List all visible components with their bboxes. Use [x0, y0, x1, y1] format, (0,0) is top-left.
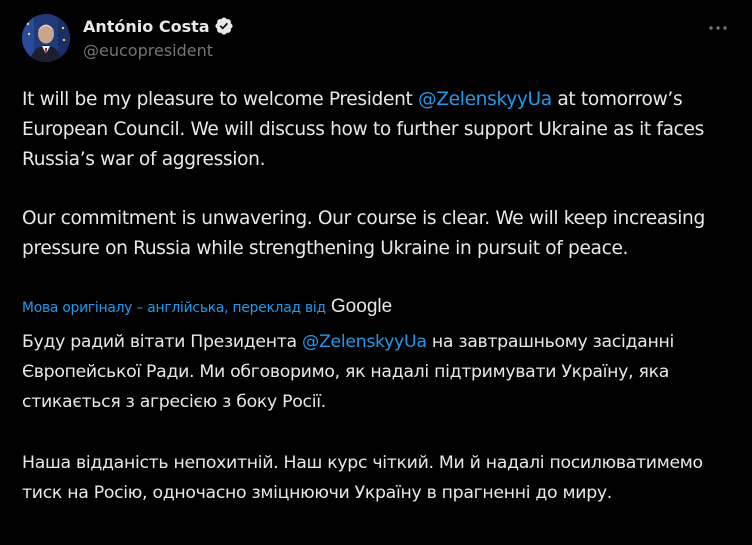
tweet-paragraph: Our commitment is unwavering. Our course… [22, 208, 705, 259]
mention-link[interactable]: @ZelenskyyUa [418, 89, 552, 110]
more-options-icon[interactable] [706, 16, 730, 40]
author-display-name[interactable]: António Costa [83, 17, 210, 36]
tweet-paragraph: It will be my pleasure to welcome Presid… [22, 85, 747, 174]
mention-link[interactable]: @ZelenskyyUa [302, 332, 427, 352]
tweet: António Costa @eucopresident It will be … [0, 0, 752, 545]
translation-attribution[interactable]: Мова оригіналу – англійська, переклад ві… [22, 296, 393, 319]
tweet-text-segment: It will be my pleasure to welcome Presid… [22, 89, 419, 110]
tweet-text-translated: Буду радий вітати Президента @ZelenskyyU… [22, 327, 747, 508]
author-name-row: António Costa [83, 15, 234, 37]
translated-paragraph: Наша відданість непохитній. Наш курс чіт… [22, 453, 703, 503]
translation-label[interactable]: Мова оригіналу – англійська, переклад ві… [22, 300, 326, 316]
avatar[interactable] [22, 14, 70, 62]
translated-paragraph: Буду радий вітати Президента @ZelenskyyU… [22, 327, 747, 417]
google-logo: Google [330, 296, 393, 317]
tweet-text-original: It will be my pleasure to welcome Presid… [22, 85, 747, 264]
author-handle[interactable]: @eucopresident [83, 41, 213, 60]
translated-text-segment: Буду радий вітати Президента [22, 332, 302, 352]
avatar-image [22, 14, 70, 62]
verified-badge-icon[interactable] [214, 16, 234, 36]
